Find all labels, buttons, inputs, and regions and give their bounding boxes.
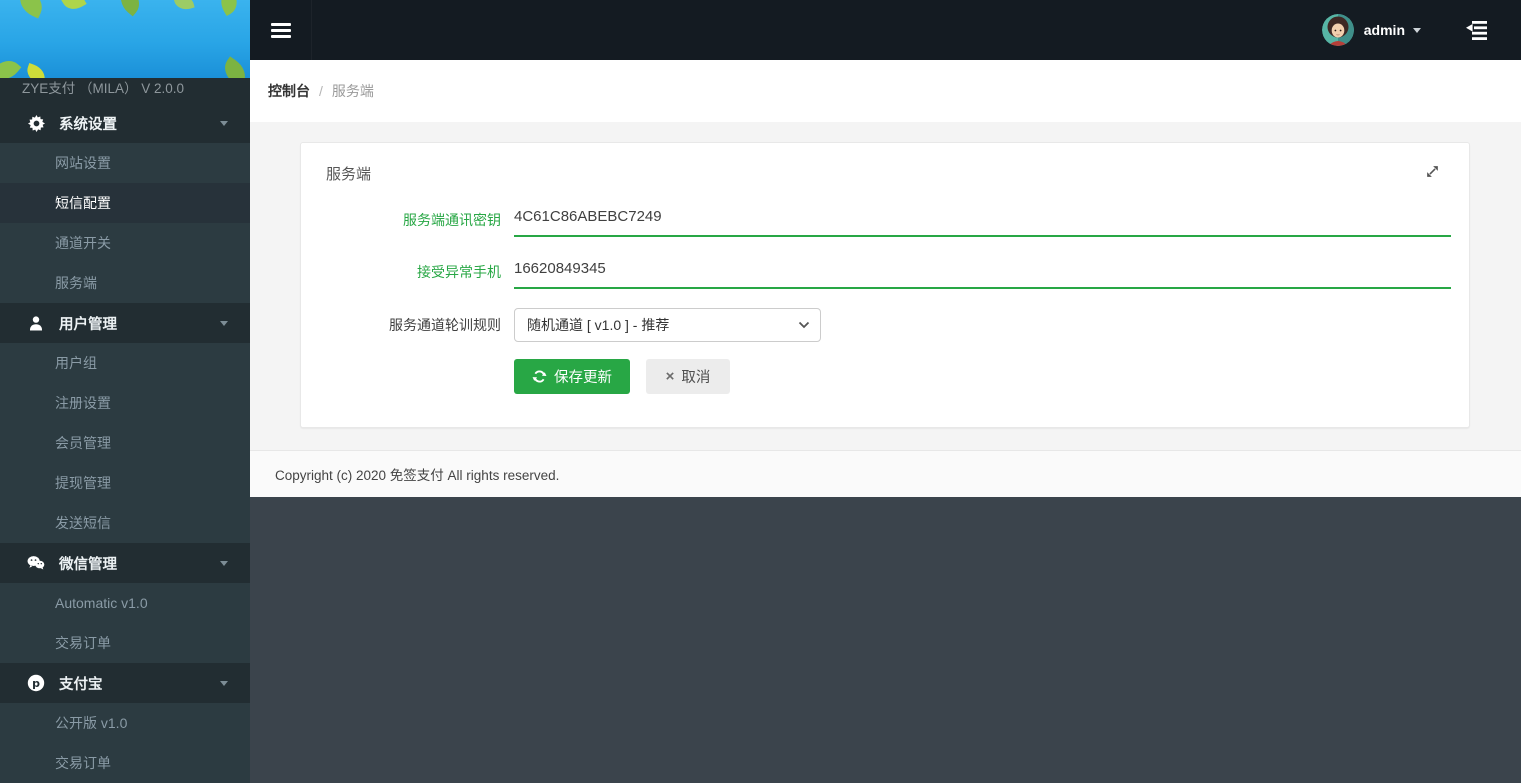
leaf-decoration [0, 54, 21, 78]
server-key-label: 服务端通讯密钥 [301, 201, 501, 239]
sidebar: ZYE支付 （MILA） V 2.0.0 系统设置 网站设置 短信配置 通道开关… [0, 0, 250, 770]
breadcrumb-current: 服务端 [332, 81, 374, 101]
sidebar-item-label: 用户管理 [59, 313, 117, 334]
leaf-decoration [216, 0, 243, 16]
cancel-button-label: 取消 [681, 366, 710, 387]
sidebar-item-alipay[interactable]: p 支付宝 [0, 663, 250, 703]
content-area: 服务端 服务端通讯密钥 接受异常手机 服务通道轮训规则 随机通 [250, 122, 1521, 450]
expand-icon[interactable] [1425, 164, 1441, 180]
sidebar-item-channel-switch[interactable]: 通道开关 [0, 223, 250, 263]
outdent-menu-icon [1464, 19, 1491, 42]
sidebar-item-alipay-public[interactable]: 公开版 v1.0 [0, 703, 250, 743]
sidebar-item-member-management[interactable]: 会员管理 [0, 423, 250, 463]
sidebar-item-register-settings[interactable]: 注册设置 [0, 383, 250, 423]
leaf-decoration [114, 0, 145, 16]
leaf-decoration [24, 63, 48, 78]
breadcrumb: 控制台 / 服务端 [250, 60, 1521, 122]
sidebar-item-website-settings[interactable]: 网站设置 [0, 143, 250, 183]
form-row-channel-rule: 服务通道轮训规则 随机通道 [ v1.0 ] - 推荐 [301, 308, 821, 342]
user-icon [27, 314, 45, 332]
username-label: admin [1364, 22, 1405, 38]
card-title: 服务端 [326, 163, 371, 184]
lower-background-panel [250, 497, 1521, 770]
sidebar-item-wechat-management[interactable]: 微信管理 [0, 543, 250, 583]
server-key-input[interactable] [514, 201, 1451, 237]
top-navbar: admin [250, 0, 1521, 60]
sidebar-item-user-group[interactable]: 用户组 [0, 343, 250, 383]
alert-phone-label: 接受异常手机 [301, 253, 501, 291]
server-settings-card: 服务端 服务端通讯密钥 接受异常手机 服务通道轮训规则 随机通 [300, 142, 1470, 428]
form-row-server-key: 服务端通讯密钥 [301, 201, 1451, 239]
leaf-decoration [61, 0, 86, 14]
leaf-decoration [173, 0, 194, 12]
sidebar-item-label: 系统设置 [59, 113, 117, 134]
refresh-icon [532, 369, 547, 384]
save-button-label: 保存更新 [554, 366, 612, 387]
close-icon: × [666, 368, 675, 385]
sidebar-menu: 系统设置 网站设置 短信配置 通道开关 服务端 用户管理 用户组 注册设置 会员… [0, 103, 250, 783]
sidebar-item-wechat-automatic[interactable]: Automatic v1.0 [0, 583, 250, 623]
avatar [1322, 14, 1354, 46]
leaf-decoration [219, 56, 250, 78]
alert-phone-input[interactable] [514, 253, 1451, 289]
sidebar-item-wechat-orders[interactable]: 交易订单 [0, 623, 250, 663]
chevron-down-icon [220, 321, 228, 326]
sidebar-item-withdraw-management[interactable]: 提现管理 [0, 463, 250, 503]
sidebar-item-label: 微信管理 [59, 553, 117, 574]
app-version: ZYE支付 （MILA） V 2.0.0 [0, 78, 250, 103]
chevron-down-icon [220, 121, 228, 126]
user-dropdown[interactable]: admin [1312, 0, 1431, 60]
form-actions: 保存更新 × 取消 [301, 359, 730, 394]
gear-icon [27, 114, 45, 132]
chevron-down-icon [220, 681, 228, 686]
form-row-alert-phone: 接受异常手机 [301, 253, 1451, 291]
svg-text:p: p [32, 677, 40, 690]
wechat-icon [27, 554, 45, 572]
sidebar-item-label: 支付宝 [59, 673, 103, 694]
sidebar-item-sms-config[interactable]: 短信配置 [0, 183, 250, 223]
sidebar-item-user-management[interactable]: 用户管理 [0, 303, 250, 343]
save-button[interactable]: 保存更新 [514, 359, 630, 394]
chevron-down-icon [220, 561, 228, 566]
sidebar-item-system-settings[interactable]: 系统设置 [0, 103, 250, 143]
hamburger-icon [271, 20, 291, 41]
page-footer: Copyright (c) 2020 免签支付 All rights reser… [250, 450, 1521, 497]
leaf-decoration [15, 0, 48, 18]
sidebar-item-send-sms[interactable]: 发送短信 [0, 503, 250, 543]
channel-rule-label: 服务通道轮训规则 [301, 308, 501, 342]
channel-rule-select[interactable]: 随机通道 [ v1.0 ] - 推荐 [514, 308, 821, 342]
caret-down-icon [1413, 28, 1421, 33]
copyright-text: Copyright (c) 2020 免签支付 All rights reser… [275, 464, 559, 484]
sidebar-item-alipay-orders[interactable]: 交易订单 [0, 743, 250, 783]
breadcrumb-separator: / [319, 83, 323, 99]
cancel-button[interactable]: × 取消 [646, 359, 730, 394]
control-sidebar-toggle-button[interactable] [1449, 0, 1505, 60]
sidebar-item-server-endpoint[interactable]: 服务端 [0, 263, 250, 303]
brand-logo[interactable] [0, 0, 250, 78]
alipay-p-icon: p [27, 674, 45, 692]
breadcrumb-home-link[interactable]: 控制台 [268, 81, 310, 101]
sidebar-toggle-button[interactable] [250, 0, 312, 60]
